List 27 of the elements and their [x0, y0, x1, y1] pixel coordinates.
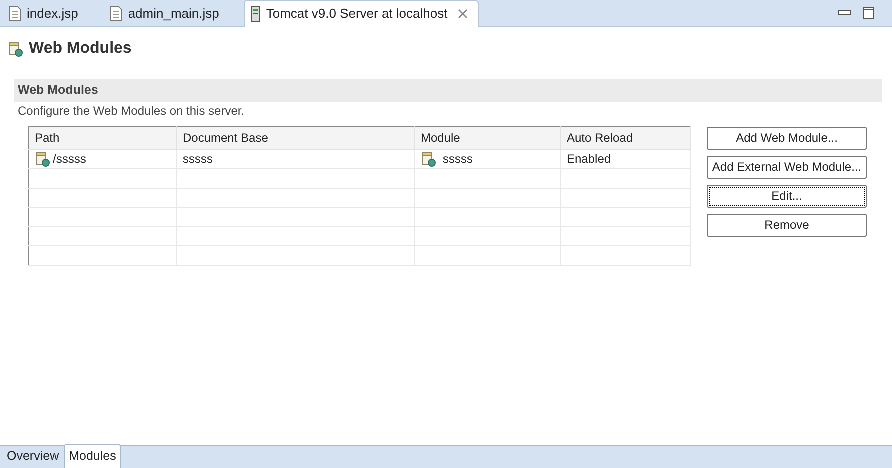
editor-tab[interactable]: Tomcat v9.0 Server at localhost	[244, 0, 479, 27]
table-cell-text: sssss	[443, 151, 473, 168]
page-tab[interactable]: Modules	[64, 444, 122, 468]
page-tab[interactable]: Overview	[2, 444, 64, 468]
table-cell: Enabled	[560, 150, 690, 169]
close-icon[interactable]	[458, 9, 468, 19]
server-icon	[251, 6, 260, 22]
page-title: Web Modules	[29, 39, 132, 59]
minimize-icon[interactable]	[838, 10, 851, 16]
column-header[interactable]: Path	[28, 126, 176, 150]
file-icon	[110, 6, 122, 21]
file-icon	[9, 6, 21, 21]
editor-tab[interactable]: admin_main.jsp	[103, 0, 230, 26]
web-module-icon	[8, 41, 24, 57]
table-cell-text: /sssss	[53, 151, 86, 168]
maximize-icon[interactable]	[863, 7, 874, 19]
action-button[interactable]: Remove	[707, 214, 867, 237]
section-description: Configure the Web Modules on this server.	[17, 102, 246, 120]
table-cell: sssss	[176, 150, 414, 169]
section-header: Web Modules	[14, 79, 882, 102]
editor-tab[interactable]: index.jsp	[2, 0, 90, 26]
column-header[interactable]: Auto Reload	[560, 126, 690, 150]
action-button[interactable]: Add Web Module...	[707, 126, 867, 150]
action-button[interactable]: Add External Web Module...	[707, 156, 867, 179]
column-header[interactable]: Document Base	[176, 126, 414, 150]
column-header[interactable]: Module	[414, 126, 560, 150]
action-button[interactable]: Edit...	[707, 184, 867, 208]
